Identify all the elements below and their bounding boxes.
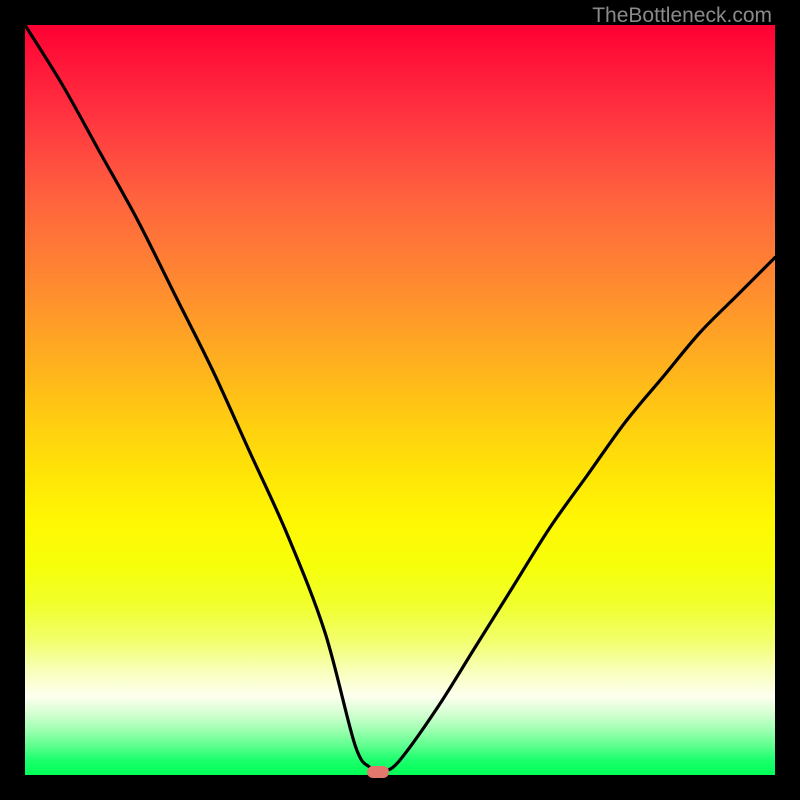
bottleneck-curve [25, 25, 775, 772]
chart-frame: TheBottleneck.com [0, 0, 800, 800]
watermark-text: TheBottleneck.com [592, 4, 772, 28]
optimal-point-marker [367, 766, 389, 778]
plot-area [25, 25, 775, 775]
curve-svg [25, 25, 775, 775]
